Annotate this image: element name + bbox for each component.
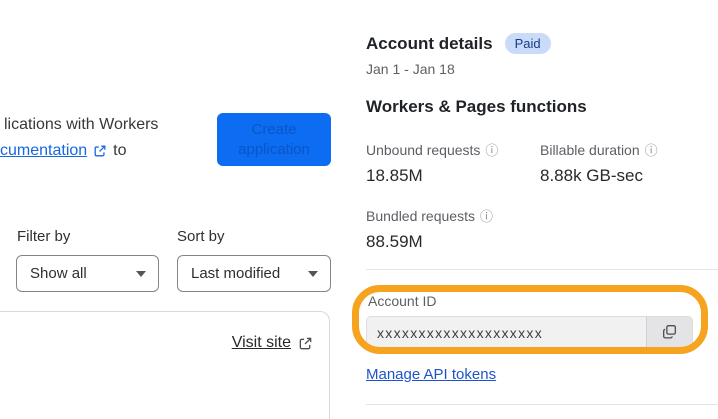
documentation-link[interactable]: cumentation xyxy=(0,142,87,160)
filter-select-value: Show all xyxy=(30,265,87,282)
chevron-down-icon xyxy=(136,270,146,277)
copy-icon xyxy=(662,324,677,342)
metric-value-billable-duration: 8.88k GB-sec xyxy=(540,166,643,185)
visit-site-link[interactable]: Visit site xyxy=(232,334,291,352)
metric-label-bundled-requests: Bundled requests ⓘ xyxy=(366,208,493,224)
workers-pages-dashboard: lications with Workers cumentation to Cr… xyxy=(0,0,718,419)
metric-value-unbound-requests: 18.85M xyxy=(366,166,423,185)
account-details-header: Account details Paid xyxy=(366,33,551,54)
sort-select-value: Last modified xyxy=(191,265,281,282)
intro-text-suffix: to xyxy=(113,142,127,159)
info-icon[interactable]: ⓘ xyxy=(485,144,498,157)
account-id-input[interactable] xyxy=(367,317,646,348)
metric-label-billable-duration: Billable duration ⓘ xyxy=(540,142,658,158)
visit-site-row: Visit site xyxy=(232,334,313,352)
info-icon[interactable]: ⓘ xyxy=(480,210,493,223)
metric-label-unbound-requests: Unbound requests ⓘ xyxy=(366,142,499,158)
functions-section-title: Workers & Pages functions xyxy=(366,97,587,116)
external-link-icon xyxy=(298,336,313,351)
billing-date-range: Jan 1 - Jan 18 xyxy=(366,61,455,77)
create-application-button[interactable]: Create application xyxy=(217,113,331,166)
account-id-field-group xyxy=(366,316,693,349)
sort-select[interactable]: Last modified xyxy=(177,255,331,292)
paid-plan-badge: Paid xyxy=(504,33,551,54)
sort-by-label: Sort by xyxy=(177,228,225,245)
divider xyxy=(366,269,718,270)
manage-api-tokens-link[interactable]: Manage API tokens xyxy=(366,366,496,383)
account-id-label: Account ID xyxy=(368,293,437,309)
filter-select[interactable]: Show all xyxy=(16,255,159,292)
external-link-icon xyxy=(93,144,107,158)
intro-text-line2: cumentation to xyxy=(0,142,127,160)
metric-value-bundled-requests: 88.59M xyxy=(366,232,423,251)
intro-text-line1: lications with Workers xyxy=(4,116,159,133)
divider xyxy=(366,404,718,405)
filter-by-label: Filter by xyxy=(17,228,71,245)
account-details-title: Account details xyxy=(366,33,493,53)
chevron-down-icon xyxy=(308,270,318,277)
copy-button[interactable] xyxy=(646,317,692,348)
info-icon[interactable]: ⓘ xyxy=(645,144,658,157)
site-card: Visit site xyxy=(0,311,330,419)
